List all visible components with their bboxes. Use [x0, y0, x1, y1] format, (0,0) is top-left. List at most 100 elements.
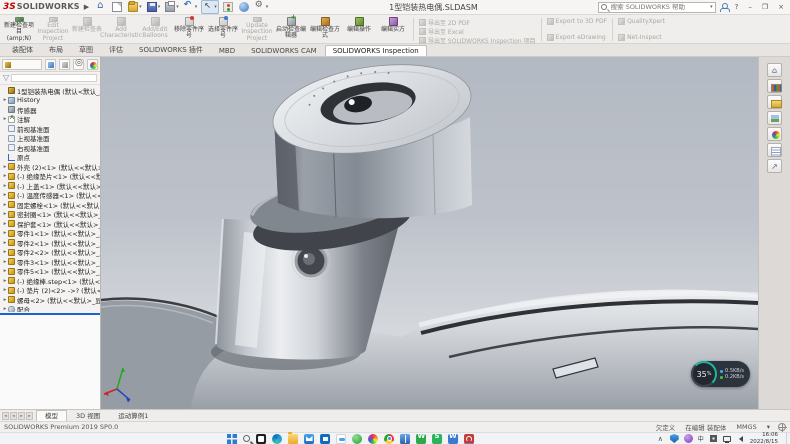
taskbar-app-button[interactable]: [464, 433, 474, 444]
task-pane-tab-icon[interactable]: ↗: [767, 159, 782, 173]
close-button[interactable]: ×: [775, 3, 787, 11]
task-pane-tab-icon[interactable]: [767, 143, 782, 157]
taskbar-app-button[interactable]: [368, 433, 378, 444]
model-canvas[interactable]: [101, 57, 758, 409]
ribbon-button[interactable]: Add/Edit Balloons: [138, 16, 172, 43]
filter-funnel-icon[interactable]: ▽: [3, 74, 9, 82]
feature-tree-item[interactable]: ▸ (-) 绝缘棒.step<1> (默认<<默认>: [0, 276, 100, 286]
panel-tab-icon[interactable]: [73, 59, 84, 70]
ribbon-button[interactable]: 新建检查项目 (amp;N): [2, 16, 36, 43]
feature-tree-item[interactable]: ▸ 配合: [0, 305, 100, 313]
feature-tree-item[interactable]: ▸ 零件1<1> (默认<<默认>_显示状态: [0, 229, 100, 239]
feature-tree-item[interactable]: ▸ 螺母<2> (默认<<默认>_显示状态: [0, 295, 100, 305]
help-button[interactable]: ?: [732, 3, 742, 11]
help-search-box[interactable]: ▾: [598, 2, 716, 13]
command-tab[interactable]: 布局: [41, 43, 71, 56]
search-input[interactable]: [609, 2, 708, 12]
command-tab[interactable]: 评估: [101, 43, 131, 56]
tray-volume-icon[interactable]: [736, 434, 745, 443]
command-tab[interactable]: SOLIDWORKS Inspection: [325, 45, 427, 56]
model-view-tab[interactable]: 模型: [36, 410, 67, 421]
export-menu-item[interactable]: 导出至 2D PDF: [419, 18, 536, 27]
feature-tree-item[interactable]: ▸ 密封圈<1> (默认<<默认>_显示状: [0, 210, 100, 220]
quick-toolbar-button[interactable]: ▾: [146, 1, 162, 13]
ribbon-button[interactable]: 编辑检查方式: [308, 16, 342, 43]
panel-tab-icon[interactable]: [87, 59, 98, 70]
tray-chevron-icon[interactable]: [656, 434, 665, 443]
taskbar-app-button[interactable]: [400, 433, 410, 444]
task-pane-tab-icon[interactable]: ⌂: [767, 63, 782, 77]
dropdown-arrow-icon[interactable]: ▾: [158, 4, 161, 10]
graphics-viewport[interactable]: 35% 0.5KB/s 0.2KB/s: [101, 57, 758, 409]
panel-tab-icon[interactable]: [45, 59, 56, 70]
ribbon-button[interactable]: 启动检查编辑器: [274, 16, 308, 43]
feature-tree-item[interactable]: ▸ History: [0, 96, 100, 106]
status-globe-icon[interactable]: [778, 423, 786, 431]
feature-tree-item[interactable]: ▸ 零件2<2> (默认<<默认>_显示状: [0, 248, 100, 258]
minimize-button[interactable]: –: [745, 3, 755, 11]
task-pane-tab-icon[interactable]: [767, 111, 782, 125]
feature-tree-item[interactable]: ▸ (-) 上盖<1> (默认<<默认>_显示状: [0, 181, 100, 191]
feature-tree-item[interactable]: ▸ (-) 绝缘垫片<1> (默认<<默认>_显: [0, 172, 100, 182]
command-tab[interactable]: MBD: [211, 45, 243, 56]
feature-tree-item[interactable]: ▸ 保护套<1> (默认<<默认>_显示状: [0, 219, 100, 229]
restore-button[interactable]: ❐: [759, 3, 771, 11]
tab-scroll-arrow[interactable]: ◂: [10, 412, 17, 420]
model-hex-nut[interactable]: [267, 57, 478, 218]
ime-indicator[interactable]: 中: [698, 434, 704, 443]
tray-app-icon[interactable]: [684, 434, 693, 443]
taskbar-app-button[interactable]: [227, 433, 237, 444]
quick-toolbar-button[interactable]: ▾: [183, 1, 199, 13]
service-menu-item[interactable]: QualityXpert: [618, 18, 665, 25]
taskbar-app-button[interactable]: [320, 433, 330, 444]
task-pane-tab-icon[interactable]: [767, 95, 782, 109]
taskbar-app-button[interactable]: [448, 433, 458, 444]
taskbar-app-button[interactable]: [384, 433, 394, 444]
status-item[interactable]: 在编辑 装配体: [685, 422, 726, 432]
service-menu-item[interactable]: Net-Inspect: [618, 34, 665, 41]
command-tab[interactable]: 草图: [71, 43, 101, 56]
taskbar-app-button[interactable]: [272, 433, 282, 444]
export-menu-item[interactable]: 导出至 SOLIDWORKS Inspection 项目: [419, 36, 536, 45]
panel-tab-icon[interactable]: [59, 59, 70, 70]
taskbar-clock[interactable]: 16:06 2022/8/15: [750, 432, 778, 444]
quick-toolbar-button[interactable]: ▾: [164, 1, 180, 13]
quick-toolbar-button[interactable]: [222, 1, 235, 13]
ribbon-button[interactable]: Update Inspection Project: [240, 16, 274, 43]
quick-toolbar-button[interactable]: [95, 1, 108, 13]
feature-tree-item[interactable]: 右视基准面: [0, 143, 100, 153]
ribbon-button[interactable]: 编辑实方: [376, 16, 410, 43]
login-user-icon[interactable]: [720, 3, 728, 11]
search-dropdown-icon[interactable]: ▾: [710, 4, 713, 10]
model-view-tab[interactable]: 3D 视图: [67, 410, 109, 421]
taskbar-app-button[interactable]: [304, 433, 314, 444]
show-desktop-button[interactable]: [786, 433, 788, 444]
tab-scroll-arrow[interactable]: ▸: [26, 412, 33, 420]
tree-filter-input[interactable]: [11, 74, 97, 82]
taskbar-app-button[interactable]: [416, 433, 426, 444]
command-tab[interactable]: SOLIDWORKS 插件: [131, 43, 211, 56]
dropdown-arrow-icon[interactable]: ▾: [214, 4, 217, 10]
export-menu-item[interactable]: Export to 3D PDF: [547, 18, 608, 25]
recorder-progress-circle[interactable]: 35%: [691, 361, 717, 387]
feature-tree-item[interactable]: ▸ (-) 温度传感器<1> (默认<<默认>_: [0, 191, 100, 201]
recorder-overlay[interactable]: 35% 0.5KB/s 0.2KB/s: [691, 361, 750, 387]
quick-toolbar-button[interactable]: ▾: [254, 1, 270, 13]
tray-defender-icon[interactable]: [670, 434, 679, 443]
feature-tree-item[interactable]: 前视基准面: [0, 124, 100, 134]
quick-toolbar-button[interactable]: ▾: [127, 1, 143, 13]
command-tab[interactable]: SOLIDWORKS CAM: [243, 45, 325, 56]
feature-tree-item[interactable]: 1型铠装热电偶 (默认<默认_显示状态-1: [0, 86, 100, 96]
feature-tree-item[interactable]: ▸ 固定螺栓<1> (默认<<默认>_显示: [0, 200, 100, 210]
task-pane-tab-icon[interactable]: [767, 127, 782, 141]
dropdown-arrow-icon[interactable]: ▾: [195, 4, 198, 10]
menu-flyout-arrow[interactable]: ▶: [84, 3, 89, 11]
status-item[interactable]: MMGS: [736, 423, 756, 431]
tray-grid-icon[interactable]: [709, 434, 718, 443]
ribbon-button[interactable]: 选择零件序号: [206, 16, 240, 43]
export-menu-item[interactable]: Export eDrawing: [547, 34, 608, 41]
taskbar-app-button[interactable]: [432, 433, 442, 444]
feature-tree-item[interactable]: ▸ 零件3<1> (默认<<默认>_显示状: [0, 257, 100, 267]
feature-tree-item[interactable]: ▸ 注解: [0, 115, 100, 125]
tray-display-icon[interactable]: [723, 436, 731, 442]
